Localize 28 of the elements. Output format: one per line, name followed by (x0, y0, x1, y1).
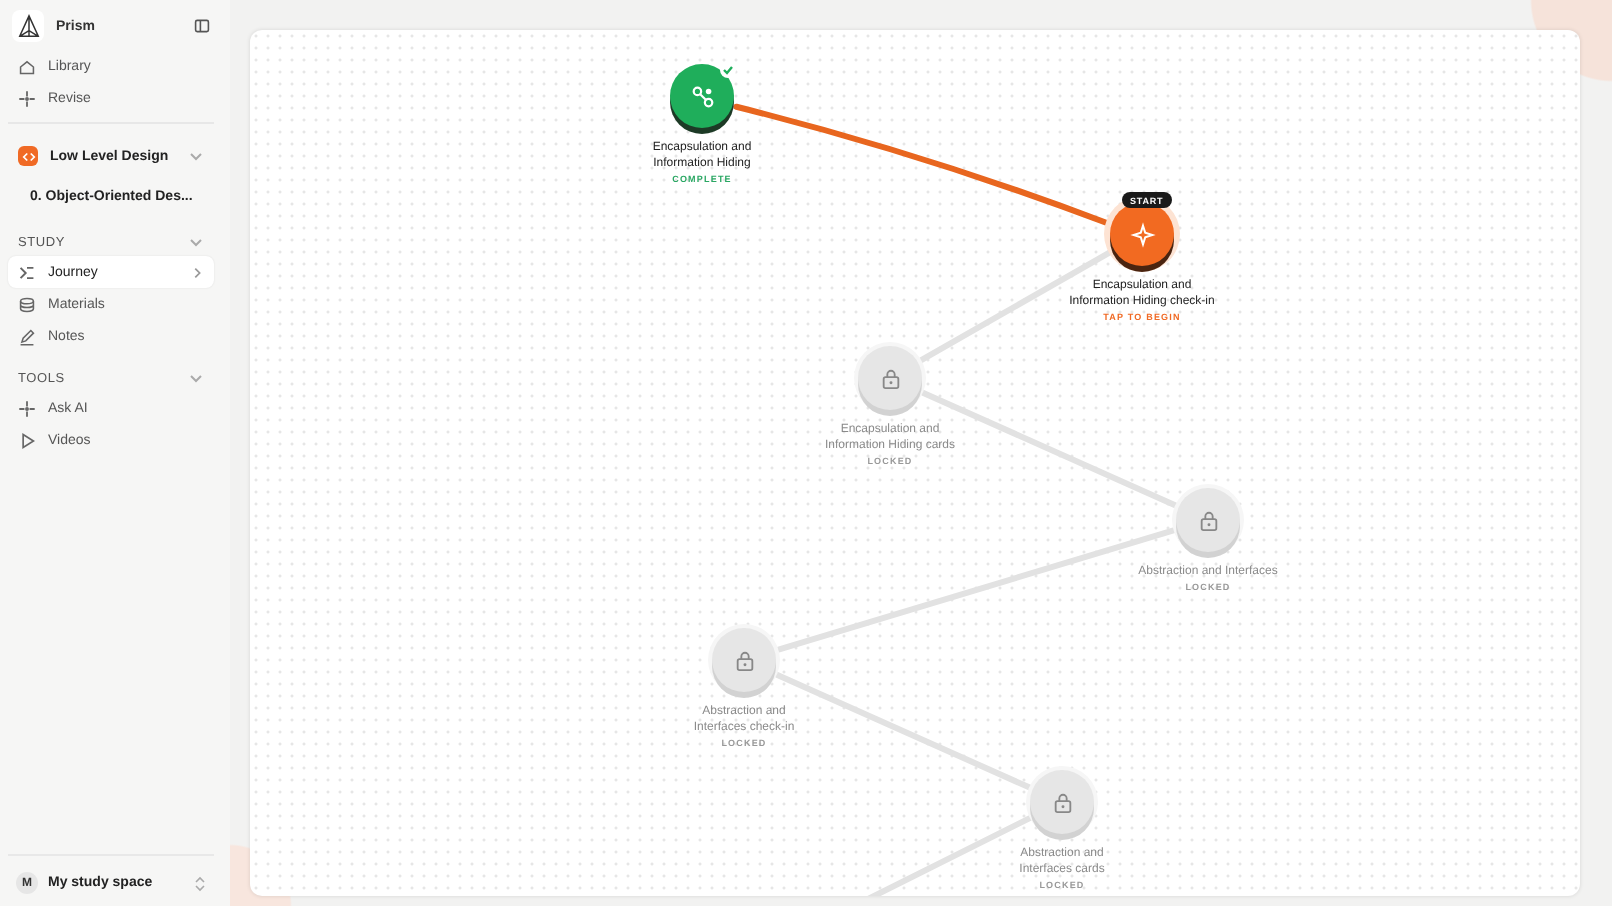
play-icon (18, 431, 36, 449)
lesson-node[interactable] (670, 64, 734, 128)
check-icon (720, 62, 736, 78)
chevron-right-icon (190, 265, 204, 279)
chevron-icon (188, 234, 204, 250)
lock-icon (1051, 791, 1073, 813)
sparkle-icon (18, 89, 36, 107)
sparkle-icon (1129, 221, 1155, 247)
code-icon (21, 149, 35, 163)
nodes-icon (689, 83, 715, 109)
pyramid-logo-icon (15, 13, 41, 39)
chevron-down-icon (188, 148, 204, 164)
lesson-node[interactable] (1110, 202, 1174, 266)
lesson-node[interactable] (858, 346, 922, 410)
lock-icon (733, 649, 755, 671)
lesson-node[interactable] (1176, 488, 1240, 552)
sparkle-icon (18, 399, 36, 417)
lesson-node[interactable] (712, 628, 776, 692)
chevron-icon (188, 370, 204, 386)
lesson-node[interactable] (1030, 770, 1094, 834)
lock-icon (1197, 509, 1219, 531)
lock-icon (879, 367, 901, 389)
sidebar-toggle-icon[interactable] (194, 18, 210, 34)
up-down-chevron-icon[interactable] (194, 875, 206, 891)
pen-icon (18, 327, 36, 345)
journey-icon (18, 263, 36, 281)
stack-icon (18, 295, 36, 313)
home-icon (18, 57, 36, 75)
